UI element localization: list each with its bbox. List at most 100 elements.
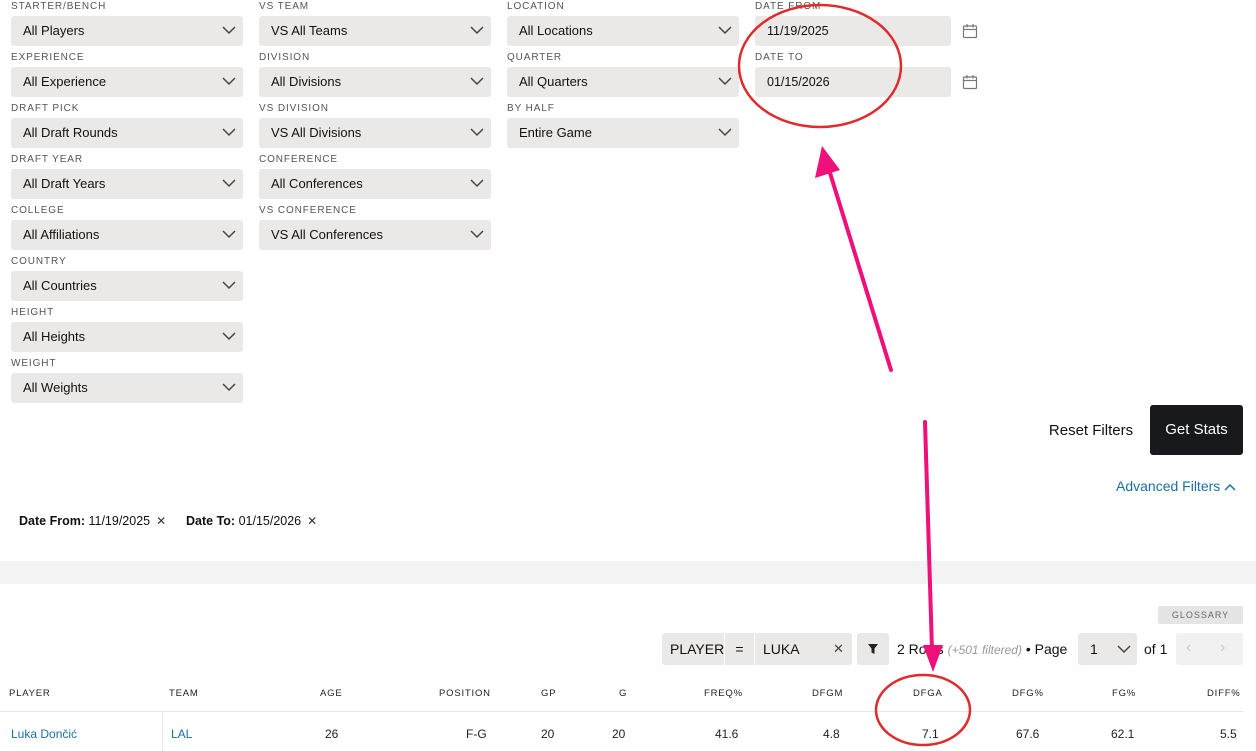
table-header-divider (0, 711, 1243, 712)
filter-vs-team: VS TEAM VS All Teams (259, 0, 491, 51)
select-value: All Weights (23, 380, 88, 395)
column-header-team[interactable]: TEAM (169, 688, 199, 699)
annotation-arrow-up (824, 158, 893, 372)
column-header-gp[interactable]: GP (541, 688, 556, 699)
chevron-up-icon (1224, 484, 1236, 491)
filter-label: COUNTRY (11, 256, 67, 267)
filter-column-game: LOCATION All Locations QUARTER All Quarter… (507, 0, 739, 153)
clear-search-icon[interactable]: ✕ (833, 641, 844, 657)
chevron-down-icon (470, 230, 484, 239)
select-draft-pick[interactable]: All Draft Rounds (11, 118, 243, 148)
cell-gp: 20 (541, 727, 555, 741)
select-college[interactable]: All Affiliations (11, 220, 243, 250)
pagination-nav: ‹ › (1176, 633, 1243, 665)
select-division[interactable]: All Divisions (259, 67, 491, 97)
select-draft-year[interactable]: All Draft Years (11, 169, 243, 199)
glossary-button[interactable]: GLOSSARY (1158, 606, 1243, 624)
date-from-input[interactable]: 11/19/2025 (755, 16, 951, 46)
select-value: All Quarters (519, 74, 588, 89)
select-conference[interactable]: All Conferences (259, 169, 491, 199)
column-header-diff-pct[interactable]: DIFF% (1207, 688, 1241, 699)
filter-column-player: STARTER/BENCH All Players EXPERIENCE All E… (11, 0, 243, 408)
cell-g: 20 (612, 727, 626, 741)
annotation-arrow-down (923, 420, 934, 652)
get-stats-button[interactable]: Get Stats (1150, 405, 1243, 455)
chip-key: Date From: (19, 514, 85, 528)
filter-label: DRAFT PICK (11, 103, 80, 114)
active-filter-chip-date-from: Date From: 11/19/2025 ✕ (19, 514, 166, 528)
column-header-dfg-pct[interactable]: DFG% (1012, 688, 1044, 699)
filter-label: STARTER/BENCH (11, 1, 107, 12)
chevron-down-icon (222, 179, 236, 188)
reset-filters-button[interactable]: Reset Filters (1038, 409, 1144, 453)
cell-fg-pct: 62.1 (1111, 727, 1135, 741)
advanced-filters-toggle[interactable]: Advanced Filters (1116, 478, 1236, 494)
chevron-down-icon (718, 77, 732, 86)
player-link[interactable]: Luka Dončić (11, 727, 77, 741)
column-header-freq[interactable]: FREQ% (704, 688, 743, 699)
select-value: VS All Conferences (271, 227, 384, 242)
select-vs-division[interactable]: VS All Divisions (259, 118, 491, 148)
advanced-filters-label: Advanced Filters (1116, 478, 1221, 494)
row-count-text: 2 Rows (897, 641, 944, 657)
funnel-icon (868, 644, 878, 654)
page-select[interactable]: 1 (1078, 633, 1137, 665)
filter-label: DRAFT YEAR (11, 154, 83, 165)
filter-by-half: BY HALF Entire Game (507, 102, 739, 153)
table-column-divider (162, 711, 163, 751)
filter-label: QUARTER (507, 52, 563, 63)
select-weight[interactable]: All Weights (11, 373, 243, 403)
select-experience[interactable]: All Experience (11, 67, 243, 97)
filter-column-opponent: VS TEAM VS All Teams DIVISION All Division… (259, 0, 491, 255)
select-value: All Players (23, 23, 85, 38)
select-location[interactable]: All Locations (507, 16, 739, 46)
select-quarter[interactable]: All Quarters (507, 67, 739, 97)
filter-vs-conference: VS CONFERENCE VS All Conferences (259, 204, 491, 255)
select-value: All Locations (519, 23, 593, 38)
date-to-input[interactable]: 01/15/2026 (755, 67, 951, 97)
calendar-icon[interactable] (962, 23, 978, 39)
page-value: 1 (1090, 641, 1098, 657)
annotation-arrowhead-up (815, 146, 840, 178)
cell-diff-pct: 5.5 (1220, 727, 1237, 741)
column-header-fg-pct[interactable]: FG% (1112, 688, 1136, 699)
column-header-dfgm[interactable]: DFGM (812, 688, 843, 699)
search-field-select[interactable]: PLAYER (662, 633, 724, 665)
previous-page-icon[interactable]: ‹ (1186, 639, 1191, 657)
filter-starter-bench: STARTER/BENCH All Players (11, 0, 243, 51)
select-value: All Draft Rounds (23, 125, 118, 140)
search-operator-select[interactable]: = (724, 633, 754, 665)
filter-button[interactable] (857, 633, 889, 665)
column-header-age[interactable]: AGE (320, 688, 342, 699)
select-value: VS All Teams (271, 23, 348, 38)
close-icon[interactable]: ✕ (307, 514, 317, 528)
team-link[interactable]: LAL (171, 727, 192, 741)
chevron-down-icon (470, 77, 484, 86)
column-header-g[interactable]: G (619, 688, 627, 699)
filter-draft-year: DRAFT YEAR All Draft Years (11, 153, 243, 204)
column-header-player[interactable]: PLAYER (9, 688, 51, 699)
filter-college: COLLEGE All Affiliations (11, 204, 243, 255)
column-header-dfga[interactable]: DFGA (913, 688, 943, 699)
select-starter-bench[interactable]: All Players (11, 16, 243, 46)
row-count: 2 Rows (+501 filtered) • Page (897, 641, 1067, 657)
filter-label: CONFERENCE (259, 154, 339, 165)
select-vs-conference[interactable]: VS All Conferences (259, 220, 491, 250)
filter-division: DIVISION All Divisions (259, 51, 491, 102)
close-icon[interactable]: ✕ (156, 514, 166, 528)
filter-experience: EXPERIENCE All Experience (11, 51, 243, 102)
select-value: All Experience (23, 74, 107, 89)
date-from-label: DATE FROM (755, 1, 822, 12)
chip-key: Date To: (186, 514, 236, 528)
chevron-down-icon (1117, 645, 1131, 654)
select-height[interactable]: All Heights (11, 322, 243, 352)
column-header-position[interactable]: POSITION (439, 688, 491, 699)
filter-label: HEIGHT (11, 307, 55, 318)
next-page-icon[interactable]: › (1220, 639, 1225, 657)
select-by-half[interactable]: Entire Game (507, 118, 739, 148)
calendar-icon[interactable] (962, 74, 978, 90)
filter-location: LOCATION All Locations (507, 0, 739, 51)
select-country[interactable]: All Countries (11, 271, 243, 301)
filter-draft-pick: DRAFT PICK All Draft Rounds (11, 102, 243, 153)
select-vs-team[interactable]: VS All Teams (259, 16, 491, 46)
